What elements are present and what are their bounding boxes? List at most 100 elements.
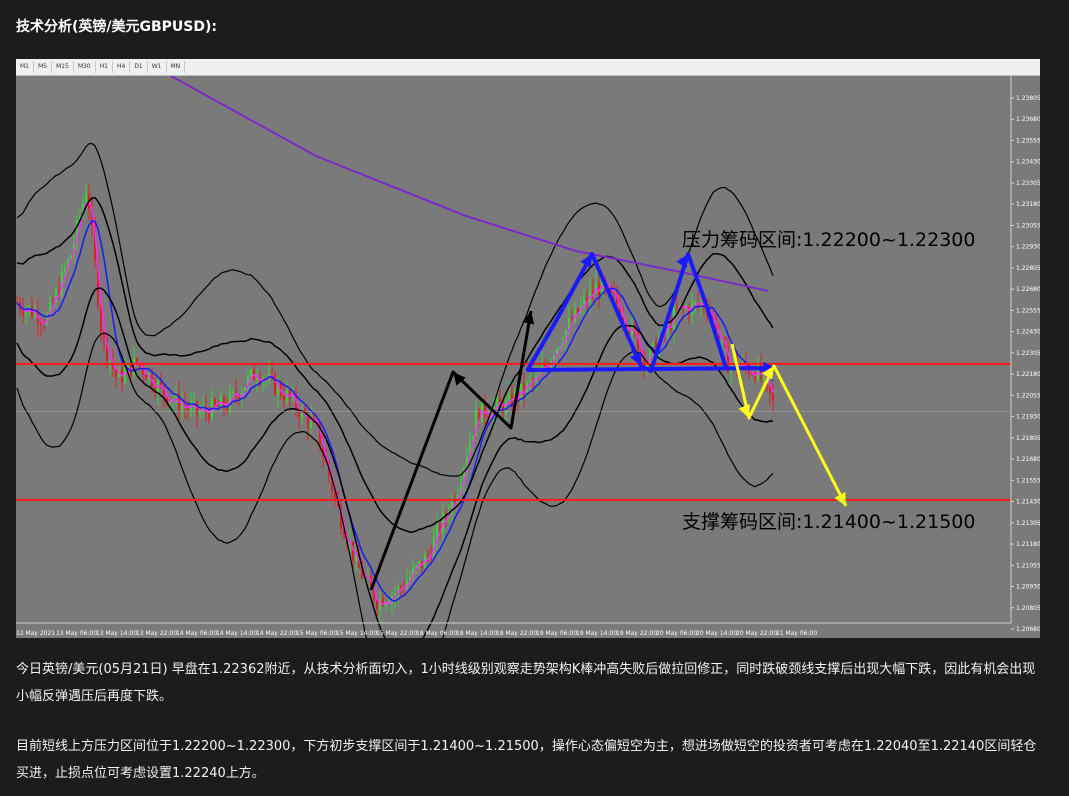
candle-body (436, 525, 438, 538)
candle-body (646, 365, 648, 367)
x-tick-label: 21 May 06:00 (776, 630, 817, 637)
timeframe-m5-button[interactable]: M5 (34, 61, 52, 73)
y-tick-label: 1.23680 (1016, 116, 1040, 123)
candle-body (283, 395, 285, 401)
ma-slow-line (170, 76, 769, 292)
y-tick-label: 1.22930 (1016, 244, 1040, 251)
x-tick-label: 15 May 22:00 (376, 630, 417, 637)
timeframe-m30-button[interactable]: M30 (74, 61, 96, 73)
x-tick-label: 18 May 22:00 (496, 630, 537, 637)
y-tick-label: 1.23555 (1016, 137, 1040, 144)
resistance-label: 压力筹码区间:1.22200~1.22300 (682, 229, 975, 251)
candle-body (64, 268, 66, 272)
y-tick-label: 1.23430 (1016, 159, 1040, 166)
timeframe-w1-button[interactable]: W1 (148, 61, 167, 73)
chart-plot: 1.23805 1.23680 1.23555 1.23430 1.23305 1.231… (16, 76, 1040, 638)
y-tick-label: 1.20680 (1016, 626, 1040, 633)
y-tick-label: 1.22180 (1016, 371, 1040, 378)
analysis-paragraph-1: 今日英镑/美元(05月21日) 早盘在1.22362附近，从技术分析面切入，1小… (16, 662, 1036, 704)
candle-body (376, 600, 378, 610)
candle-body (544, 364, 546, 367)
y-tick-label: 1.21180 (1016, 541, 1040, 548)
candle-body (220, 397, 222, 407)
y-tick-label: 1.20930 (1016, 584, 1040, 591)
candle-body (124, 369, 126, 383)
x-tick-label: 14 May 14:00 (216, 630, 257, 637)
indicator-lines (16, 76, 774, 638)
candle-body (40, 323, 42, 325)
candle-body (757, 363, 759, 380)
y-tick-label: 1.22055 (1016, 392, 1040, 399)
y-tick-label: 1.22555 (1016, 307, 1040, 314)
yellow-arrow-head (738, 404, 750, 418)
y-tick-label: 1.21680 (1016, 456, 1040, 463)
candle-body (169, 401, 171, 405)
y-tick-label: 1.21430 (1016, 499, 1040, 506)
y-axis: 1.23805 1.23680 1.23555 1.23430 1.23305 1.231… (1010, 76, 1040, 638)
y-tick-label: 1.23805 (1016, 95, 1040, 102)
candle-body (559, 346, 561, 349)
y-tick-label: 1.23305 (1016, 180, 1040, 187)
black-arrow-path (369, 310, 533, 591)
x-tick-label: 20 May 14:00 (696, 630, 737, 637)
candle-body (214, 398, 216, 405)
candle-body (772, 393, 774, 400)
y-tick-label: 1.21805 (1016, 435, 1040, 442)
x-tick-label: 14 May 22:00 (256, 630, 297, 637)
y-tick-label: 1.21305 (1016, 520, 1040, 527)
timeframe-m1-button[interactable]: M1 (16, 61, 34, 73)
ma-mid-line (16, 219, 774, 602)
y-tick-label: 1.23055 (1016, 222, 1040, 229)
candle-body (385, 603, 387, 606)
candle-body (751, 373, 753, 375)
candle-body (529, 381, 531, 383)
candle-body (250, 369, 252, 376)
candle-body (676, 307, 678, 309)
timeframe-mn-button[interactable]: MN (167, 61, 186, 73)
candle-body (85, 193, 87, 203)
page-title: 技术分析(英镑/美元GBPUSD): (16, 19, 218, 35)
x-tick-label: 13 May 22:00 (136, 630, 177, 637)
x-tick-label: 14 May 06:00 (176, 630, 217, 637)
y-tick-label: 1.22805 (1016, 265, 1040, 272)
candle-body (232, 391, 234, 393)
candle-body (427, 555, 429, 557)
timeframe-d1-button[interactable]: D1 (130, 61, 148, 73)
candle-body (271, 373, 273, 375)
timeframe-m15-button[interactable]: M15 (52, 61, 74, 73)
candle-body (313, 418, 315, 420)
x-tick-label: 15 May 14:00 (336, 630, 377, 637)
y-tick-label: 1.20805 (1016, 605, 1040, 612)
timeframe-h4-button[interactable]: H4 (113, 61, 131, 73)
arrows (369, 252, 848, 591)
candle-body (400, 586, 402, 588)
candle-body (181, 404, 183, 411)
ma-fast-line (16, 200, 774, 606)
candle-body (136, 358, 138, 363)
y-tick-label: 1.21555 (1016, 477, 1040, 484)
x-tick-label: 13 May 14:00 (96, 630, 137, 637)
price-chart: M1 M5 M15 M30 H1 H4 D1 W1 MN 1.23805 1.23680 1.235… (16, 59, 1040, 638)
y-tick-label: 1.22305 (1016, 350, 1040, 357)
x-tick-label: 20 May 22:00 (736, 630, 777, 637)
candles (16, 183, 774, 622)
x-tick-label: 19 May 22:00 (616, 630, 657, 637)
timeframe-toolbar: M1 M5 M15 M30 H1 H4 D1 W1 MN (16, 59, 1040, 76)
y-tick-label: 1.21930 (1016, 414, 1040, 421)
analysis-paragraph-2: 目前短线上方压力区间位于1.22200~1.22300，下方初步支撑区间于1.2… (16, 739, 1037, 781)
support-label: 支撑筹码区间:1.21400~1.21500 (682, 511, 975, 533)
x-tick-label: 13 May 06:00 (56, 630, 97, 637)
candle-body (508, 393, 510, 400)
x-tick-label: 19 May 14:00 (576, 630, 617, 637)
x-tick-label: 12 May 2021 (16, 630, 55, 637)
candle-body (352, 541, 354, 562)
candle-body (256, 378, 258, 380)
candle-body (109, 360, 111, 362)
x-tick-label: 18 May 14:00 (456, 630, 497, 637)
y-tick-label: 1.23180 (1016, 201, 1040, 208)
x-tick-label: 15 May 06:00 (296, 630, 337, 637)
x-tick-label: 20 May 06:00 (656, 630, 697, 637)
y-tick-label: 1.21055 (1016, 562, 1040, 569)
candle-body (274, 374, 276, 395)
timeframe-h1-button[interactable]: H1 (96, 61, 113, 73)
